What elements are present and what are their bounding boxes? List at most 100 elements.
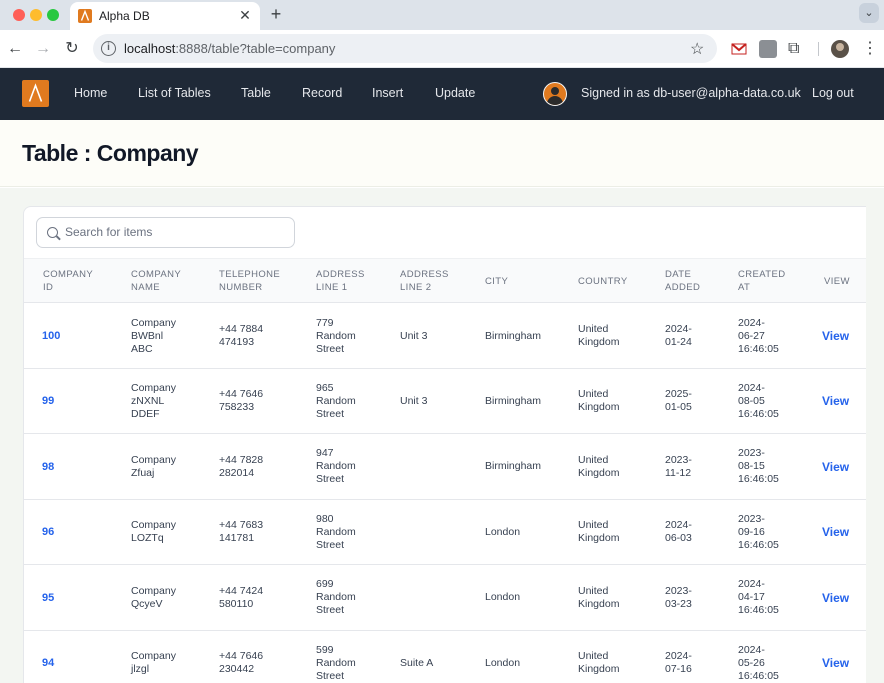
company-id-link[interactable]: 95	[42, 592, 54, 604]
company-id-link[interactable]: 99	[42, 395, 54, 407]
table-header: COMPANY ID COMPANY NAME TELEPHONE NUMBER AD…	[24, 258, 866, 303]
cell-created-at: 2023- 08-15 16:46:05	[738, 447, 779, 486]
cell-telephone: +44 7884 474193	[219, 323, 264, 348]
cell-city: London	[485, 591, 521, 604]
nav-record[interactable]: Record	[302, 86, 342, 100]
company-id-link[interactable]: 94	[42, 657, 54, 669]
cell-company-name: Company BWBnl ABC	[131, 316, 176, 355]
nav-home[interactable]: Home	[74, 86, 107, 100]
cell-address-line-1: 699 Random Street	[316, 578, 356, 617]
header-view: VIEW	[824, 276, 850, 287]
search-box[interactable]	[36, 217, 295, 248]
cell-city: Birmingham	[485, 329, 542, 342]
table-row: 98 Company Zfuaj +44 7828 282014 947 Random Str…	[24, 434, 866, 500]
logout-link[interactable]: Log out	[812, 86, 854, 100]
cell-company-name: Company zNXNL DDEF	[131, 381, 176, 420]
cell-address-line-1: 965 Random Street	[316, 381, 356, 420]
user-avatar-icon[interactable]	[543, 82, 567, 106]
view-record-link[interactable]: View	[822, 656, 849, 670]
cell-company-name: Company jlzgl	[131, 650, 176, 675]
header-created-at[interactable]: CREATED AT	[738, 268, 786, 294]
nav-insert[interactable]: Insert	[372, 86, 403, 100]
cell-date-added: 2024- 07-16	[665, 650, 692, 675]
cell-city: Birmingham	[485, 460, 542, 473]
tab-title: Alpha DB	[99, 9, 150, 23]
gmail-extension-icon[interactable]	[730, 40, 748, 58]
table-row: 99 Company zNXNL DDEF +44 7646 758233 965 Rando…	[24, 369, 866, 435]
info-icon[interactable]: i	[101, 41, 116, 56]
page-title: Table : Company	[22, 140, 199, 166]
extension-icon[interactable]	[759, 40, 777, 58]
header-city[interactable]: CITY	[485, 275, 508, 288]
company-id-link[interactable]: 96	[42, 526, 54, 538]
nav-update[interactable]: Update	[435, 86, 475, 100]
signed-in-text: Signed in as db-user@alpha-data.co.uk	[581, 86, 801, 100]
header-company-name[interactable]: COMPANY NAME	[131, 268, 181, 294]
cell-created-at: 2024- 05-26 16:46:05	[738, 643, 779, 682]
profile-avatar[interactable]	[831, 40, 849, 58]
alpha-logo-icon[interactable]	[22, 80, 49, 107]
cell-telephone: +44 7646 758233	[219, 388, 264, 414]
bookmark-star-icon[interactable]: ☆	[690, 39, 704, 59]
cell-company-name: Company LOZTq	[131, 519, 176, 545]
url-text[interactable]: localhost:8888/table?table=company	[124, 41, 335, 56]
cell-date-added: 2023- 03-23	[665, 584, 692, 610]
puzzle-icon[interactable]: ⧉	[788, 40, 806, 58]
nav-table[interactable]: Table	[241, 86, 271, 100]
header-country[interactable]: COUNTRY	[578, 275, 628, 288]
app-navbar: Home List of Tables Table Record Insert …	[0, 68, 884, 120]
reload-icon[interactable]: ↻	[62, 39, 82, 59]
cell-address-line-1: 980 Random Street	[316, 512, 356, 551]
cell-address-line-2: Suite A	[400, 656, 434, 669]
company-id-link[interactable]: 98	[42, 461, 54, 473]
header-date-added[interactable]: DATE ADDED	[665, 268, 700, 294]
cell-created-at: 2024- 06-27 16:46:05	[738, 316, 779, 355]
cell-country: United Kingdom	[578, 519, 620, 545]
maximize-window-button[interactable]	[47, 9, 59, 21]
table-row: 96 Company LOZTq +44 7683 141781 980 Random Str…	[24, 500, 866, 566]
browser-tab-strip: Alpha DB ✕ + ⌄	[0, 0, 884, 30]
header-address-line-2[interactable]: ADDRESS LINE 2	[400, 268, 449, 294]
cell-city: Birmingham	[485, 394, 542, 407]
forward-arrow-icon[interactable]: →	[33, 39, 53, 59]
nav-list-of-tables[interactable]: List of Tables	[138, 86, 211, 100]
cell-address-line-1: 779 Random Street	[316, 316, 356, 355]
cell-created-at: 2023- 09-16 16:46:05	[738, 512, 779, 551]
cell-country: United Kingdom	[578, 584, 620, 610]
header-address-line-1[interactable]: ADDRESS LINE 1	[316, 268, 365, 294]
back-arrow-icon[interactable]: ←	[5, 39, 25, 59]
view-record-link[interactable]: View	[822, 329, 849, 343]
cell-created-at: 2024- 04-17 16:46:05	[738, 578, 779, 617]
address-bar[interactable]: i localhost:8888/table?table=company ☆	[93, 34, 717, 63]
view-record-link[interactable]: View	[822, 591, 849, 605]
cell-country: United Kingdom	[578, 453, 620, 479]
table-row: 95 Company QcyeV +44 7424 580110 699 Random Str…	[24, 565, 866, 631]
chevron-down-icon[interactable]: ⌄	[859, 3, 879, 23]
view-record-link[interactable]: View	[822, 394, 849, 408]
table-row: 94 Company jlzgl +44 7646 230442 599 Random Str…	[24, 631, 866, 683]
browser-toolbar: ← → ↻ i localhost:8888/table?table=compa…	[0, 30, 884, 68]
search-input[interactable]	[65, 225, 285, 239]
minimize-window-button[interactable]	[30, 9, 42, 21]
new-tab-button[interactable]: +	[266, 4, 286, 24]
cell-city: London	[485, 656, 521, 669]
cell-date-added: 2024- 01-24	[665, 323, 692, 348]
cell-telephone: +44 7828 282014	[219, 453, 264, 479]
more-menu-icon[interactable]: ⋮	[862, 39, 878, 59]
close-window-button[interactable]	[13, 9, 25, 21]
toolbar-divider	[818, 42, 819, 56]
cell-date-added: 2024- 06-03	[665, 519, 692, 545]
view-record-link[interactable]: View	[822, 525, 849, 539]
cell-telephone: +44 7424 580110	[219, 584, 264, 610]
company-id-link[interactable]: 100	[42, 330, 60, 342]
cell-telephone: +44 7683 141781	[219, 519, 264, 545]
browser-tab-active[interactable]: Alpha DB ✕	[70, 2, 260, 30]
close-icon[interactable]: ✕	[237, 7, 253, 23]
view-record-link[interactable]: View	[822, 460, 849, 474]
cell-company-name: Company QcyeV	[131, 584, 176, 610]
header-telephone-number[interactable]: TELEPHONE NUMBER	[219, 268, 280, 294]
cell-company-name: Company Zfuaj	[131, 453, 176, 479]
header-company-id[interactable]: COMPANY ID	[43, 268, 93, 294]
cell-date-added: 2025- 01-05	[665, 388, 692, 414]
cell-address-line-2: Unit 3	[400, 394, 428, 407]
